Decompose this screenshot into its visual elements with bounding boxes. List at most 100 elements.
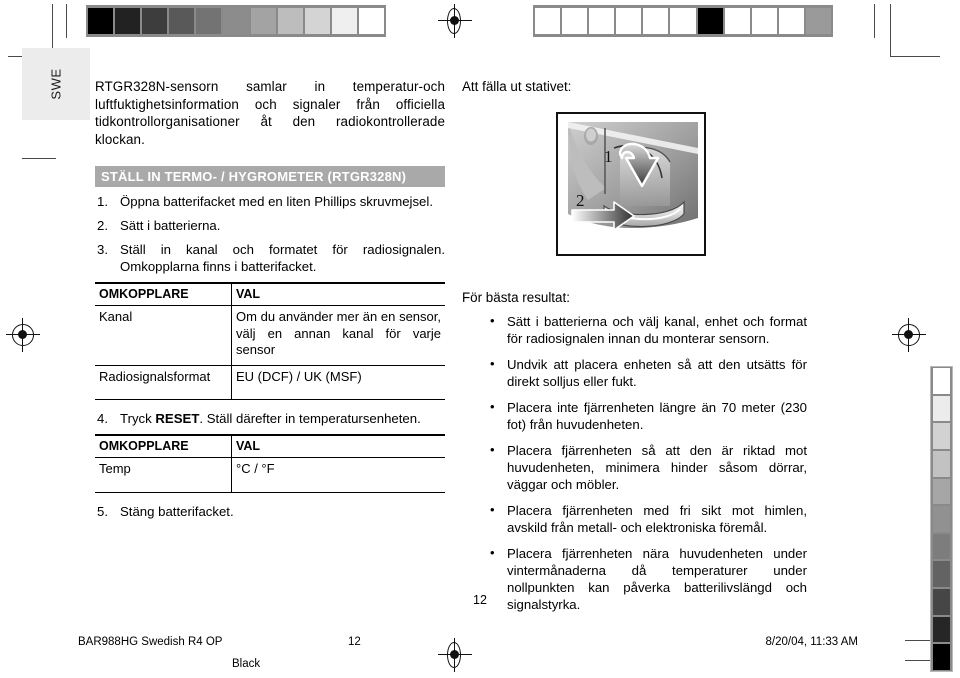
list-item: Placera fjärrenheten så att den är rikta…	[490, 441, 807, 493]
registration-target-right-icon	[892, 318, 926, 352]
wedge-cell	[223, 8, 249, 34]
section-header-bar: STÄLL IN TERMO- / HYGROMETER (RTGR328N)	[95, 166, 445, 187]
crop-mark	[22, 158, 56, 159]
list-item: Placera inte fjärrenheten längre än 70 m…	[490, 398, 807, 433]
intro-paragraph: RTGR328N-sensorn samlar in temperatur-oc…	[95, 79, 445, 147]
wedge-cell	[277, 8, 303, 34]
crop-mark	[66, 4, 67, 38]
grayscale-step-wedge-right	[533, 5, 833, 37]
wedge-cell	[616, 8, 642, 34]
cell-switch-name: Radiosignalsformat	[95, 365, 232, 400]
figure-label-2: 2	[576, 191, 585, 210]
cell-switch-value: Om du använder mer än en sensor, välj en…	[231, 305, 445, 366]
wedge-cell	[805, 8, 832, 34]
registration-target-bottom-icon	[438, 638, 472, 672]
list-item: Placera fjärrenheten med fri sikt mot hi…	[490, 501, 807, 536]
wedge-cell	[933, 478, 950, 505]
column-header-switch: OMKOPPLARE	[95, 434, 232, 458]
setup-steps-list: 1. Öppna batterifacket med en liten Phil…	[95, 193, 445, 275]
wedge-cell	[933, 561, 950, 588]
wedge-cell	[670, 8, 696, 34]
language-tab-swe: SWE	[22, 48, 90, 120]
step-text: Öppna batterifacket med en liten Phillip…	[120, 194, 433, 209]
cell-switch-name: Temp	[95, 457, 232, 493]
wedge-cell	[933, 450, 950, 477]
wedge-cell	[142, 8, 168, 34]
right-content-column: Att fälla ut stativet:	[462, 78, 807, 105]
list-item: 3. Ställ in kanal och formatet för radio…	[95, 241, 445, 275]
wedge-cell	[358, 8, 385, 34]
language-tab-label: SWE	[48, 68, 64, 100]
column-header-switch: OMKOPPLARE	[95, 282, 232, 306]
list-item: 2. Sätt i batterierna.	[95, 217, 445, 234]
wedge-cell	[933, 616, 950, 643]
table-row: Radiosignalsformat EU (DCF) / UK (MSF)	[95, 365, 445, 400]
list-item: 1. Öppna batterifacket med en liten Phil…	[95, 193, 445, 210]
wedge-cell	[933, 368, 950, 394]
step-text: Sätt i batterierna.	[120, 218, 221, 233]
page-number: 12	[473, 593, 487, 607]
stand-unfold-heading: Att fälla ut stativet:	[462, 79, 572, 94]
step-text-post: . Ställ därefter in temperatursenheten.	[199, 411, 421, 426]
wedge-cell	[751, 8, 777, 34]
step-text: Tryck RESET. Ställ därefter in temperatu…	[120, 411, 421, 426]
cell-switch-value: EU (DCF) / UK (MSF)	[231, 365, 445, 400]
wedge-cell	[778, 8, 804, 34]
crop-mark	[890, 56, 940, 57]
best-results-list: Sätt i batterierna och välj kanal, enhet…	[462, 312, 807, 613]
step-text-pre: Tryck	[120, 411, 156, 426]
footer-color-plate: Black	[232, 658, 261, 670]
step-number: 1.	[97, 194, 108, 209]
setup-steps-list-final: 5. Stäng batterifacket.	[95, 503, 445, 520]
footer-timestamp: 8/20/04, 11:33 AM	[765, 636, 859, 648]
table-row: Temp °C / °F	[95, 457, 445, 493]
footer-filename: BAR988HG Swedish R4 OP	[78, 636, 223, 648]
stand-diagram-svg: 1 2	[562, 120, 700, 248]
step-text: Stäng batterifacket.	[120, 503, 234, 519]
footer-page-number: 12	[348, 636, 361, 648]
left-content-column: RTGR328N-sensorn samlar in temperatur-oc…	[95, 78, 445, 527]
setup-steps-list-continued: 4. Tryck RESET. Ställ därefter in temper…	[95, 410, 445, 427]
wedge-cell	[169, 8, 195, 34]
registration-target-left-icon	[6, 318, 40, 352]
stand-unfold-illustration: 1 2	[556, 112, 706, 256]
grayscale-step-wedge-left	[86, 5, 386, 37]
step-number: 5.	[97, 503, 108, 519]
table-header-row: OMKOPPLARE VAL	[95, 434, 445, 458]
figure-label-1: 1	[604, 147, 613, 166]
wedge-cell	[535, 8, 561, 34]
list-item: Sätt i batterierna och välj kanal, enhet…	[490, 312, 807, 347]
wedge-cell	[250, 8, 276, 34]
print-registration-band	[0, 0, 960, 57]
list-item: 4. Tryck RESET. Ställ därefter in temper…	[95, 410, 445, 427]
crop-mark	[890, 4, 891, 56]
table-row: Kanal Om du använder mer än en sensor, v…	[95, 305, 445, 366]
wedge-cell	[196, 8, 222, 34]
column-header-value: VAL	[231, 282, 445, 306]
registration-target-icon	[438, 4, 472, 38]
wedge-cell	[331, 8, 357, 34]
column-header-value: VAL	[231, 434, 445, 458]
switch-settings-table-1: OMKOPPLARE VAL Kanal Om du använder mer …	[95, 282, 445, 400]
wedge-cell	[697, 8, 723, 34]
wedge-cell	[562, 8, 588, 34]
wedge-cell	[933, 395, 950, 422]
wedge-cell	[933, 506, 950, 532]
wedge-cell	[933, 423, 950, 449]
step-text: Ställ in kanal och formatet för radiosig…	[120, 242, 445, 274]
wedge-cell	[115, 8, 141, 34]
list-item: Undvik att placera enheten så att den ut…	[490, 355, 807, 390]
cell-switch-name: Kanal	[95, 305, 232, 366]
step-number: 3.	[97, 242, 108, 257]
wedge-cell	[88, 8, 114, 34]
step-text-emphasis: RESET	[155, 411, 200, 426]
best-results-heading: För bästa resultat:	[462, 290, 570, 305]
cell-switch-value: °C / °F	[231, 457, 445, 493]
wedge-cell	[933, 644, 950, 671]
wedge-cell	[724, 8, 750, 34]
step-number: 2.	[97, 218, 108, 233]
best-results-block: För bästa resultat: Sätt i batterierna o…	[462, 290, 807, 622]
wedge-cell	[304, 8, 330, 34]
list-item: 5. Stäng batterifacket.	[95, 503, 445, 520]
step-number: 4.	[97, 411, 108, 426]
